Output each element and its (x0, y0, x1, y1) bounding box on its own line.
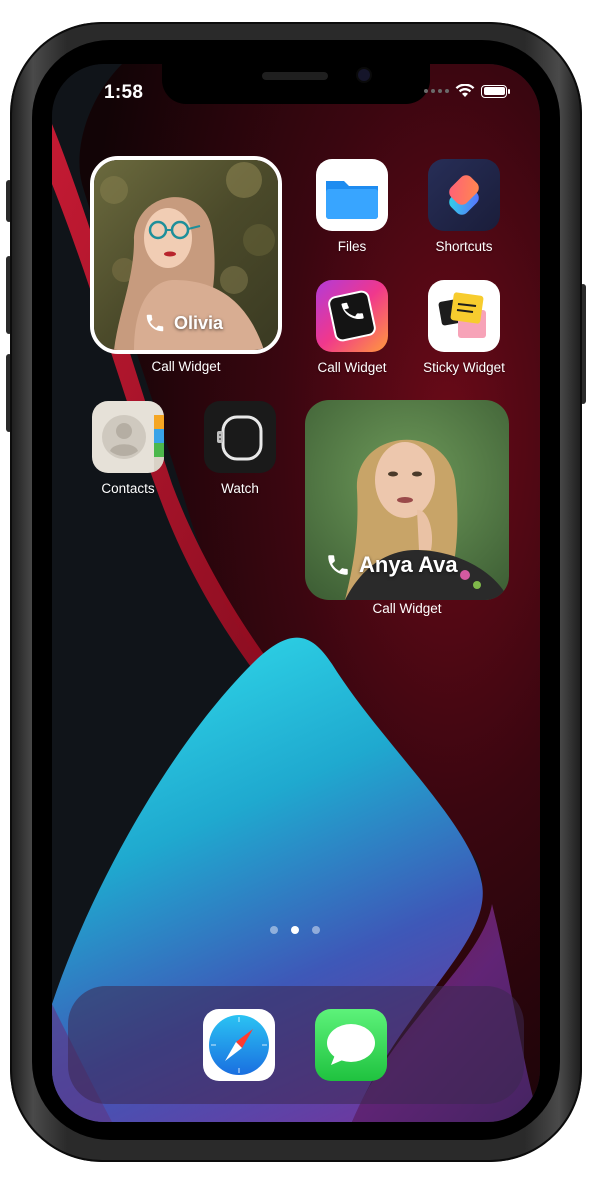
app-label: Watch (221, 481, 259, 496)
notch (162, 64, 430, 104)
widget-contact-name: Anya Ava (325, 552, 458, 578)
files-folder-icon (316, 159, 388, 231)
widget-name-text: Anya Ava (359, 552, 458, 577)
app-contacts[interactable]: Contacts (73, 401, 183, 496)
shortcuts-icon (428, 159, 500, 231)
app-label: Call Widget (317, 360, 387, 375)
call-widget-olivia[interactable]: Olivia (90, 156, 282, 354)
messages-bubble-icon[interactable] (315, 1009, 387, 1081)
watch-icon (204, 401, 276, 473)
home-screen: 1:58 Olivia Call Widget Files Shortcuts … (52, 64, 540, 1122)
app-label: Sticky Widget (423, 360, 505, 375)
widget-contact-name: Olivia (144, 312, 223, 334)
app-shortcuts[interactable]: Shortcuts (409, 159, 519, 254)
contacts-icon (92, 401, 164, 473)
sticky-notes-icon (428, 280, 500, 352)
page-dot[interactable] (312, 926, 320, 934)
app-watch[interactable]: Watch (185, 401, 295, 496)
status-time: 1:58 (104, 82, 144, 103)
safari-compass-icon[interactable] (203, 1009, 275, 1081)
phone-handset-icon (316, 280, 388, 352)
page-dot-active[interactable] (291, 926, 299, 934)
speaker-grille (262, 72, 328, 80)
dock (68, 986, 524, 1104)
call-widget-anya-ava[interactable]: Anya Ava (305, 400, 509, 600)
cellular-signal-icon (424, 89, 449, 93)
phone-handset-icon (146, 314, 164, 332)
app-files[interactable]: Files (297, 159, 407, 254)
widget-label-anya-ava: Call Widget (372, 601, 442, 616)
widget-name-text: Olivia (174, 312, 224, 333)
front-camera (358, 69, 370, 81)
wifi-icon (455, 84, 475, 97)
app-call-widget[interactable]: Call Widget (297, 280, 407, 375)
app-label: Files (337, 239, 367, 254)
status-indicators (424, 84, 510, 98)
phone-handset-icon (328, 555, 348, 575)
battery-icon (481, 84, 510, 98)
app-sticky-widget[interactable]: Sticky Widget (409, 280, 519, 375)
page-indicator[interactable] (270, 926, 320, 934)
app-label: Shortcuts (435, 239, 493, 254)
app-label: Contacts (101, 481, 155, 496)
page-dot[interactable] (270, 926, 278, 934)
widget-label-olivia: Call Widget (151, 359, 221, 374)
